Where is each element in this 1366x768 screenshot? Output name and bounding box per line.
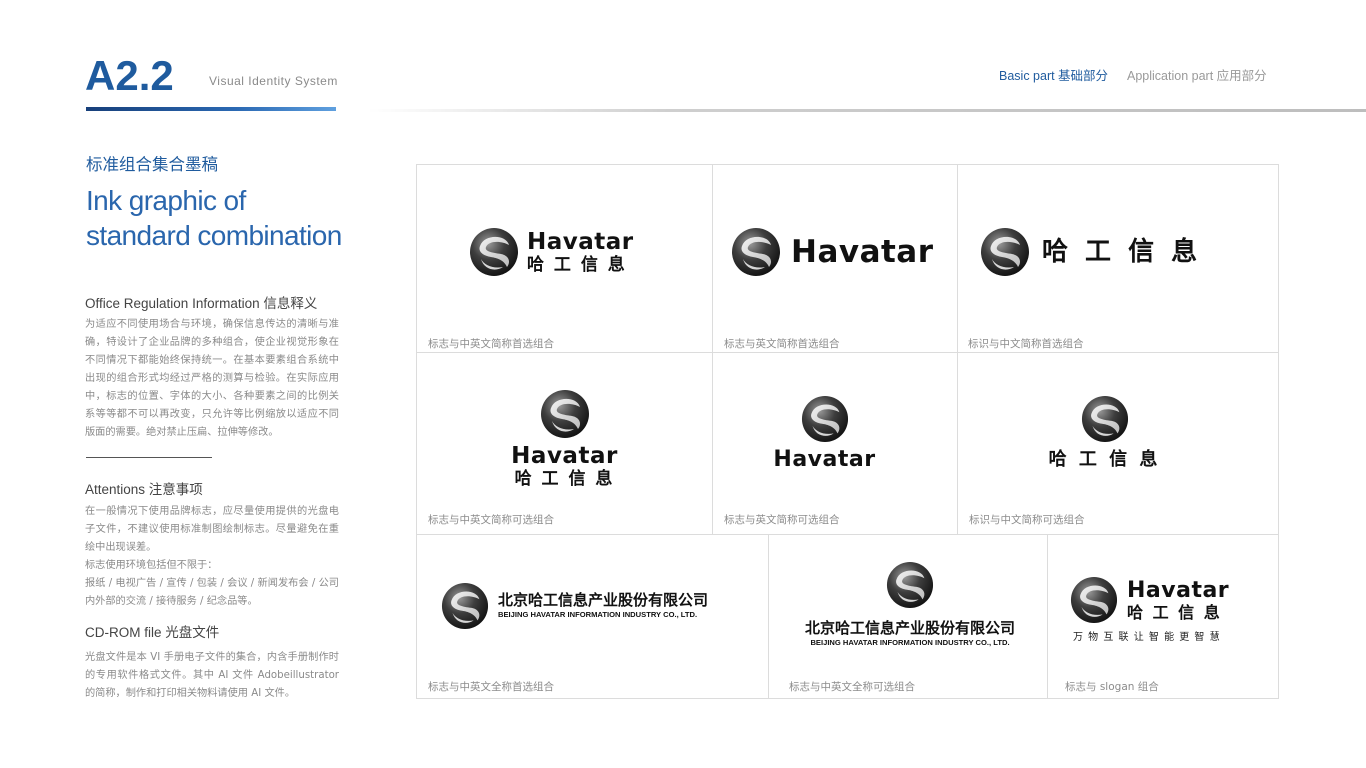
attentions-text-1: 在一般情况下使用品牌标志，应尽量使用提供的光盘电子文件，不建议使用标准制图绘制标… (85, 506, 339, 553)
caption-1: 标志与中英文简称首选组合 (428, 338, 554, 350)
nav-application-part[interactable]: Application part 应用部分 (1127, 65, 1267, 84)
brand-name-cn: 哈 工 信 息 (527, 254, 627, 275)
grid-row-divider (417, 352, 1278, 353)
company-name-cn: 北京哈工信息产业股份有限公司 (498, 591, 709, 610)
caption-3: 标识与中文简称首选组合 (968, 338, 1084, 350)
attentions-heading: Attentions 注意事项 (85, 482, 203, 497)
grid-col-divider (957, 165, 958, 352)
logo-combo-9: Havatar 哈 工 信 息 万 物 互 联 让 智 能 更 智 慧 (1070, 576, 1250, 643)
logo-combo-1: Havatar 哈 工 信 息 (469, 227, 634, 277)
logo-combo-3: 哈 工 信 息 (980, 227, 1201, 277)
page-title-en: Ink graphic of standard combination (86, 185, 342, 251)
havatar-sphere-logo-icon (441, 582, 489, 630)
havatar-sphere-logo-icon (731, 227, 781, 277)
grid-row-divider (417, 534, 1278, 535)
system-label: Visual Identity System (209, 74, 338, 88)
info-text: 为适应不同使用场合与环境，确保信息传达的清晰与准确，特设计了企业品牌的多种组合，… (85, 319, 339, 438)
havatar-sphere-logo-icon (980, 227, 1030, 277)
logo-combo-5: Havatar (742, 395, 907, 471)
brand-name-en: Havatar (1127, 577, 1230, 603)
section-code-underline (86, 107, 336, 111)
havatar-sphere-logo-icon (886, 561, 934, 609)
havatar-sphere-logo-icon (1081, 395, 1129, 443)
section-code: A2.2 (85, 52, 174, 99)
logo-combo-2: Havatar (731, 227, 934, 277)
logo-combination-grid: Havatar 哈 工 信 息 标志与中英文简称首选组合 Havatar 标志与… (416, 164, 1279, 699)
nav-basic-part[interactable]: Basic part 基础部分 (999, 65, 1108, 84)
caption-6: 标识与中文简称可选组合 (969, 514, 1085, 526)
grid-col-divider (957, 352, 958, 534)
caption-4: 标志与中英文简称可选组合 (428, 514, 554, 526)
caption-5: 标志与英文简称可选组合 (724, 514, 840, 526)
slogan-lockup: Havatar 哈 工 信 息 (1070, 576, 1250, 624)
brand-name-en: Havatar (527, 228, 634, 255)
brand-name-cn: 哈 工 信 息 (1127, 602, 1222, 622)
havatar-sphere-logo-icon (801, 395, 849, 443)
brand-name-en: Havatar (773, 447, 876, 472)
logo-combo-6: 哈 工 信 息 (1027, 395, 1182, 469)
havatar-sphere-logo-icon (540, 389, 590, 439)
logo-combo-4: Havatar 哈 工 信 息 (477, 389, 652, 488)
grid-col-divider (712, 165, 713, 352)
brand-name-en: Havatar (791, 233, 934, 270)
logo-combo-7: 北京哈工信息产业股份有限公司 BEIJING HAVATAR INFORMATI… (441, 582, 708, 630)
grid-col-divider (1047, 534, 1048, 699)
page-title-cn: 标准组合集合墨稿 (86, 155, 218, 174)
brand-name-cn: 哈 工 信 息 (514, 469, 615, 489)
brand-name-cn: 哈 工 信 息 (1048, 449, 1161, 470)
cdrom-text: 光盘文件是本 VI 手册电子文件的集合，内含手册制作时的专用软件格式文件。其中 … (85, 652, 339, 699)
header-divider (368, 109, 1366, 112)
havatar-sphere-logo-icon (1070, 576, 1118, 624)
logo-combo-8: 北京哈工信息产业股份有限公司 BEIJING HAVATAR INFORMATI… (785, 561, 1035, 647)
caption-2: 标志与英文简称首选组合 (724, 338, 840, 350)
attentions-text: 在一般情况下使用品牌标志，应尽量使用提供的光盘电子文件，不建议使用标准制图绘制标… (85, 503, 339, 611)
company-name-en: BEIJING HAVATAR INFORMATION INDUSTRY CO.… (810, 638, 1010, 647)
attentions-text-3: 报纸 / 电视广告 / 宣传 / 包装 / 会议 / 新闻发布会 / 公司内外部… (85, 578, 339, 607)
havatar-sphere-logo-icon (469, 227, 519, 277)
brand-name-en: Havatar (511, 443, 618, 469)
company-name-cn: 北京哈工信息产业股份有限公司 (804, 619, 1015, 637)
brand-slogan: 万 物 互 联 让 智 能 更 智 慧 (1073, 632, 1221, 643)
section-divider (86, 457, 212, 458)
company-name-en: BEIJING HAVATAR INFORMATION INDUSTRY CO.… (498, 610, 698, 620)
cdrom-heading: CD-ROM file 光盘文件 (85, 625, 220, 640)
brand-name-cn: 哈 工 信 息 (1042, 237, 1202, 267)
caption-8: 标志与中英文全称可选组合 (789, 681, 915, 693)
grid-col-divider (712, 352, 713, 534)
attentions-text-2: 标志使用环境包括但不限于： (85, 560, 218, 571)
caption-7: 标志与中英文全称首选组合 (428, 681, 554, 693)
info-heading: Office Regulation Information 信息释义 (85, 296, 318, 311)
grid-col-divider (768, 534, 769, 699)
caption-9: 标志与 slogan 组合 (1065, 681, 1159, 693)
